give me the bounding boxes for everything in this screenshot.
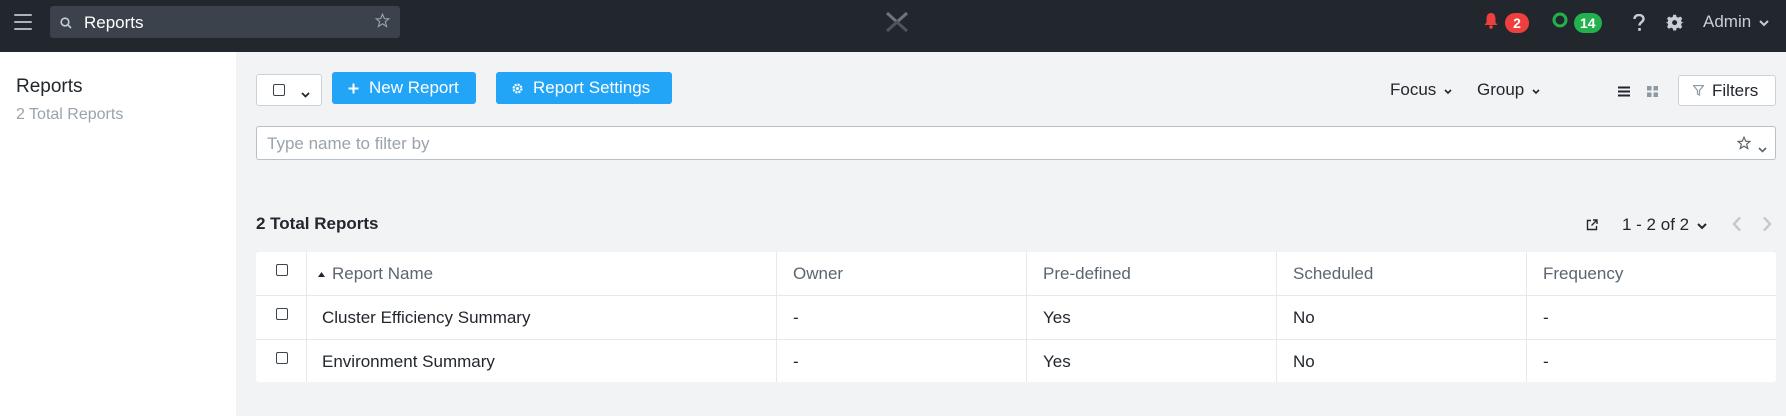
pagination-dropdown[interactable]: 1 - 2 of 2 [1622,215,1707,235]
star-icon[interactable] [1736,135,1752,155]
column-label: Frequency [1543,264,1624,283]
cell-report-name[interactable]: Environment Summary [322,340,495,384]
cell-owner: - [793,352,799,371]
cell-scheduled: No [1293,352,1315,371]
help-icon[interactable] [1632,0,1646,45]
gear-icon [512,82,523,94]
filters-label: Filters [1712,80,1759,100]
cell-scheduled: No [1293,308,1315,327]
cell-frequency: - [1543,308,1549,327]
column-label: Owner [793,264,844,283]
chevron-down-icon [1697,215,1707,235]
chevron-down-icon [1759,12,1769,32]
report-settings-button[interactable]: Report Settings [496,72,672,104]
cell-pre-defined: Yes [1043,308,1071,327]
table-row[interactable]: Cluster Efficiency Summary - Yes No - [256,296,1776,340]
cell-owner: - [793,308,799,327]
row-checkbox[interactable] [276,308,288,320]
sort-asc-icon [318,271,325,277]
circle-status-icon [1552,12,1568,33]
column-label: Report Name [332,264,434,283]
column-label: Pre-defined [1043,264,1131,283]
plus-icon [348,83,359,94]
group-label: Group [1477,80,1525,99]
bulk-select-button[interactable] [256,74,322,106]
column-header-owner[interactable]: Owner [793,252,843,296]
notifications-badge: 2 [1505,12,1529,33]
chevron-down-icon [301,85,310,103]
column-header-report-name[interactable]: Report Name [318,252,433,296]
filter-placeholder: Type name to filter by [267,134,430,153]
top-bar: Reports 2 14 Admin [0,0,1786,52]
column-header-frequency[interactable]: Frequency [1543,252,1623,296]
logo-icon [885,11,909,37]
user-menu[interactable]: Admin [1703,12,1769,32]
column-header-scheduled[interactable]: Scheduled [1293,252,1373,296]
table-header-row: Report Name Owner Pre-defined Scheduled … [256,252,1776,296]
cell-report-name[interactable]: Cluster Efficiency Summary [322,296,530,340]
row-checkbox[interactable] [276,352,288,364]
report-settings-label: Report Settings [533,78,651,97]
focus-dropdown[interactable]: Focus [1390,80,1452,100]
grid-view-icon[interactable] [1647,84,1658,102]
list-view-icon[interactable] [1618,84,1630,102]
search-input[interactable]: Reports [84,13,144,33]
chevron-down-icon [1532,80,1540,100]
gear-icon[interactable] [1666,0,1684,45]
search-icon [60,16,72,34]
chevron-down-icon[interactable] [1758,140,1767,158]
tasks[interactable]: 14 [1552,0,1602,45]
table-row[interactable]: Environment Summary - Yes No - [256,340,1776,384]
name-filter-input[interactable]: Type name to filter by [256,126,1776,160]
bell-icon [1483,12,1499,34]
star-icon[interactable] [374,12,391,33]
new-report-button[interactable]: New Report [332,72,476,104]
cell-pre-defined: Yes [1043,352,1071,371]
prev-page-icon[interactable] [1732,216,1742,237]
user-label: Admin [1703,12,1752,31]
notifications[interactable]: 2 [1483,0,1529,45]
column-label: Scheduled [1293,264,1374,283]
next-page-icon[interactable] [1762,216,1772,237]
filters-button[interactable]: Filters [1678,75,1776,106]
export-icon[interactable] [1586,218,1598,236]
reports-table: Report Name Owner Pre-defined Scheduled … [256,252,1776,382]
cell-frequency: - [1543,352,1549,371]
filter-icon [1693,85,1704,96]
chevron-down-icon [1444,80,1452,100]
search-bar[interactable]: Reports [50,6,400,38]
select-all-checkbox[interactable] [276,264,288,276]
hamburger-icon[interactable] [14,14,32,30]
new-report-label: New Report [369,78,459,97]
group-dropdown[interactable]: Group [1477,80,1540,100]
focus-label: Focus [1390,80,1437,99]
left-panel: Reports 2 Total Reports [0,52,236,416]
pagination-label: 1 - 2 of 2 [1622,215,1690,234]
column-header-pre-defined[interactable]: Pre-defined [1043,252,1131,296]
total-reports-label: 2 Total Reports [256,214,379,233]
checkbox-icon [273,84,285,96]
tasks-badge: 14 [1574,12,1602,33]
panel-title: Reports [16,76,83,97]
panel-subtitle: 2 Total Reports [16,106,124,123]
